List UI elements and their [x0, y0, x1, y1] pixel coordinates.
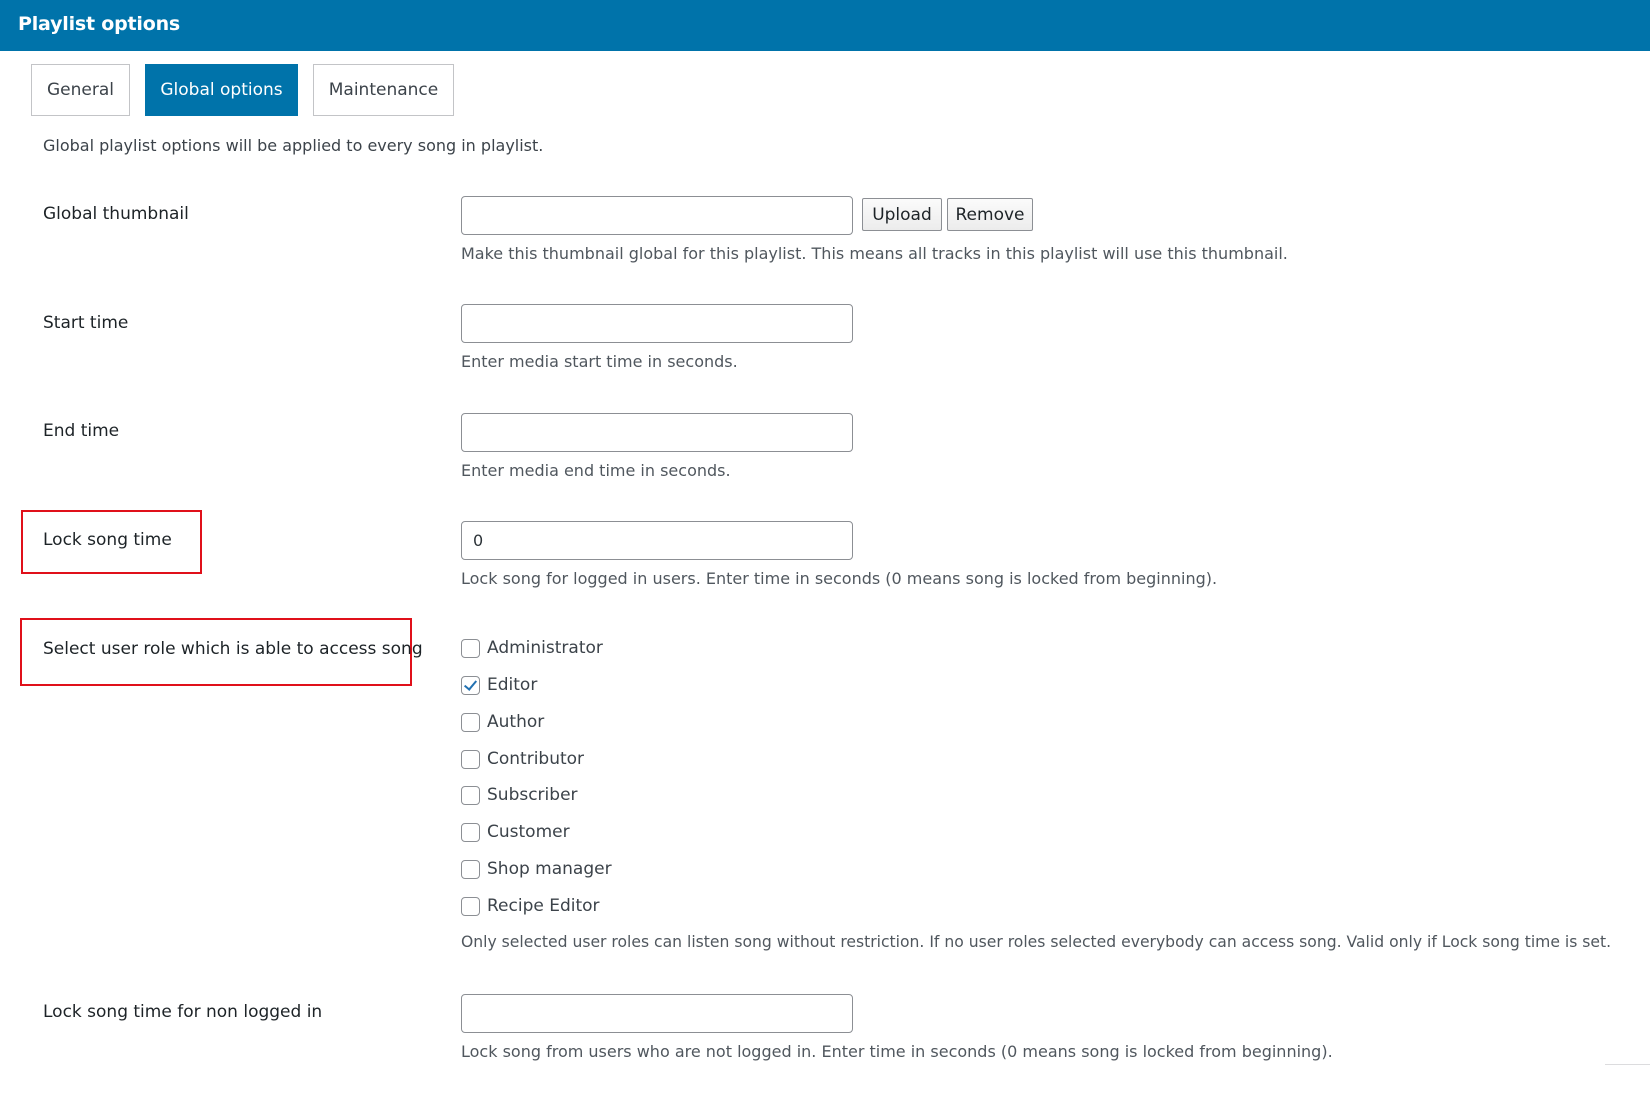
end-time-input[interactable]	[461, 413, 853, 452]
lock-non-logged-input[interactable]	[461, 994, 853, 1033]
role-option-label: Contributor	[487, 749, 585, 769]
intro-text: Global playlist options will be applied …	[43, 136, 544, 155]
role-option-author[interactable]: Author	[461, 709, 544, 735]
role-option-shop-manager[interactable]: Shop manager	[461, 856, 612, 882]
role-option-administrator[interactable]: Administrator	[461, 635, 603, 661]
global-thumbnail-input[interactable]	[461, 196, 853, 235]
checkbox-recipe-editor[interactable]	[461, 896, 480, 916]
start-time-input[interactable]	[461, 304, 853, 343]
tab-global-options[interactable]: Global options	[145, 64, 298, 116]
tab-general[interactable]: General	[31, 64, 130, 116]
role-option-subscriber[interactable]: Subscriber	[461, 782, 578, 808]
checkbox-administrator[interactable]	[461, 638, 480, 658]
start-time-help: Enter media start time in seconds.	[461, 352, 738, 371]
checkbox-contributor[interactable]	[461, 749, 480, 769]
role-option-label: Administrator	[487, 638, 603, 658]
role-option-editor[interactable]: Editor	[461, 672, 537, 698]
remove-button[interactable]: Remove	[947, 198, 1033, 231]
global-thumbnail-label: Global thumbnail	[43, 204, 189, 224]
lock-song-time-label: Lock song time	[43, 530, 172, 550]
end-time-label: End time	[43, 421, 120, 441]
lock-song-time-help: Lock song for logged in users. Enter tim…	[461, 569, 1218, 588]
role-option-customer[interactable]: Customer	[461, 819, 570, 845]
lock-song-time-input[interactable]	[461, 521, 853, 560]
panel-header: Playlist options	[0, 0, 1650, 51]
divider	[1605, 1064, 1650, 1065]
panel-title: Playlist options	[18, 13, 181, 35]
end-time-help: Enter media end time in seconds.	[461, 461, 731, 480]
role-option-label: Author	[487, 712, 545, 732]
tab-maintenance[interactable]: Maintenance	[313, 64, 454, 116]
global-thumbnail-help: Make this thumbnail global for this play…	[461, 244, 1288, 263]
checkbox-customer[interactable]	[461, 822, 480, 842]
user-role-label: Select user role which is able to access…	[43, 639, 423, 659]
role-option-recipe-editor[interactable]: Recipe Editor	[461, 893, 600, 919]
role-option-contributor[interactable]: Contributor	[461, 746, 584, 772]
checkbox-subscriber[interactable]	[461, 785, 480, 805]
role-option-label: Shop manager	[487, 859, 612, 879]
role-option-label: Customer	[487, 822, 570, 842]
checkbox-shop-manager[interactable]	[461, 859, 480, 879]
role-option-label: Editor	[487, 675, 538, 695]
role-option-label: Recipe Editor	[487, 896, 600, 916]
role-option-label: Subscriber	[487, 785, 578, 805]
checkbox-author[interactable]	[461, 712, 480, 732]
lock-non-logged-help: Lock song from users who are not logged …	[461, 1042, 1333, 1061]
upload-button[interactable]: Upload	[862, 198, 942, 231]
user-role-help: Only selected user roles can listen song…	[461, 933, 1612, 951]
checkbox-editor[interactable]	[461, 675, 480, 695]
lock-non-logged-label: Lock song time for non logged in	[43, 1002, 323, 1022]
start-time-label: Start time	[43, 313, 129, 333]
